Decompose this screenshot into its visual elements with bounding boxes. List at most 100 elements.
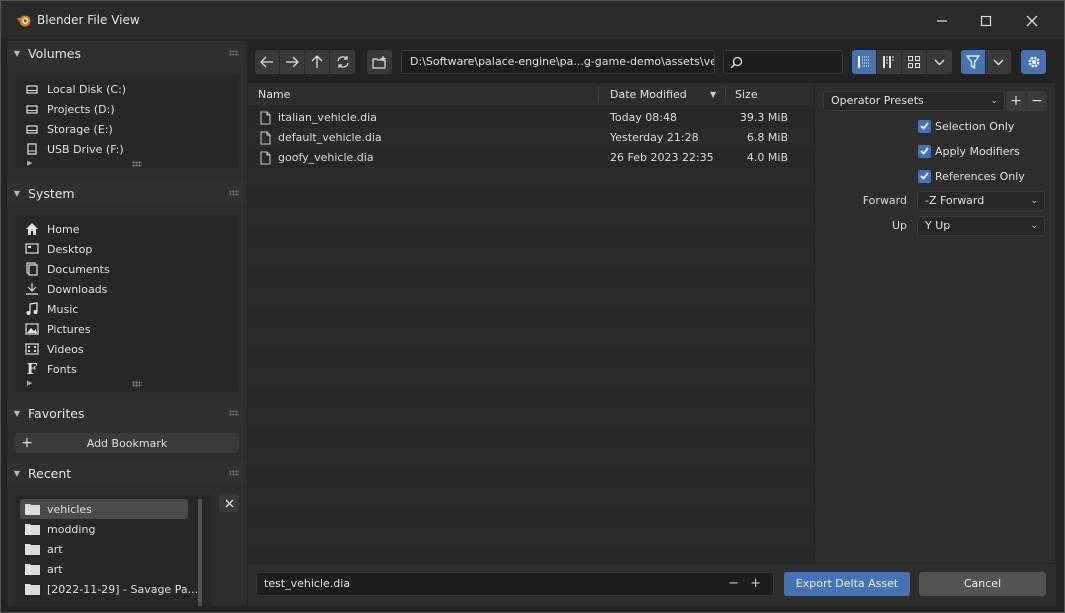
forward-axis-dropdown[interactable]: -Z Forward ⌄ <box>917 191 1045 211</box>
filter-toggle-button[interactable] <box>961 50 986 74</box>
sidebar-item-downloads[interactable]: Downloads <box>24 279 232 299</box>
recent-item-modding[interactable]: modding <box>20 519 228 539</box>
favorites-panel-header[interactable]: ▼ Favorites <box>7 401 247 425</box>
up-value: Y Up <box>925 219 951 232</box>
file-date: Today 08:48 <box>610 111 678 124</box>
empty-row <box>248 388 814 408</box>
chevron-down-icon <box>993 59 1004 65</box>
volume-item-c[interactable]: Local Disk (C:) <box>24 79 232 99</box>
bottom-bar: test_vehicle.dia − + Export Delta Asset … <box>248 564 1056 606</box>
arrow-right-icon <box>286 56 299 68</box>
desktop-icon <box>24 241 40 257</box>
decrement-filename-button[interactable]: − <box>728 573 739 595</box>
horizontal-list-icon <box>883 56 894 68</box>
operator-presets-dropdown[interactable]: Operator Presets ⌄ <box>823 91 1005 111</box>
references-only-checkbox[interactable]: References Only <box>918 167 1025 185</box>
up-axis-dropdown[interactable]: Y Up ⌄ <box>917 216 1045 236</box>
column-separator[interactable] <box>725 87 726 103</box>
maximize-button[interactable] <box>975 10 997 32</box>
recent-item-vehicles[interactable]: vehicles <box>20 499 188 519</box>
recent-scrollbar[interactable] <box>198 499 202 606</box>
folder-icon <box>24 561 40 577</box>
usb-drive-icon <box>24 141 40 157</box>
cancel-button[interactable]: Cancel <box>919 572 1046 596</box>
drag-grip-icon[interactable] <box>229 190 239 196</box>
refresh-icon <box>336 56 349 68</box>
resize-handle-icon[interactable] <box>132 161 142 167</box>
parent-directory-button[interactable] <box>305 50 330 74</box>
sidebar-item-documents[interactable]: Documents <box>24 259 232 279</box>
file-name: default_vehicle.dia <box>278 131 382 144</box>
add-bookmark-button[interactable]: + Add Bookmark <box>15 433 239 453</box>
volumes-panel-header[interactable]: ▼ Volumes <box>7 41 247 65</box>
recent-item-art-2[interactable]: art <box>20 559 228 579</box>
volume-item-d[interactable]: Projects (D:) <box>24 99 232 119</box>
empty-row <box>248 188 814 208</box>
empty-row <box>248 288 814 308</box>
vertical-list-button[interactable] <box>852 50 877 74</box>
recent-panel-header[interactable]: ▼ Recent <box>7 461 247 485</box>
filter-settings-dropdown[interactable] <box>986 50 1011 74</box>
search-input[interactable] <box>723 50 843 74</box>
disk-icon <box>24 81 40 97</box>
directory-path-field[interactable]: D:\Software\palace-engine\pa...g-game-de… <box>401 50 715 74</box>
increment-filename-button[interactable]: + <box>750 573 761 595</box>
column-name[interactable]: Name <box>258 83 290 107</box>
back-button[interactable] <box>255 50 280 74</box>
table-row[interactable]: default_vehicle.dia Yesterday 21:28 6.8 … <box>248 128 814 148</box>
column-date-modified[interactable]: Date Modified <box>610 83 687 107</box>
clear-recent-button[interactable] <box>219 494 239 512</box>
table-row[interactable]: goofy_vehicle.dia 26 Feb 2023 22:35 4.0 … <box>248 148 814 168</box>
recent-item-savage[interactable]: [2022-11-29] - Savage Pa... <box>20 579 200 599</box>
chevron-down-icon: ⌄ <box>990 96 998 106</box>
table-row[interactable]: italian_vehicle.dia Today 08:48 39.3 MiB <box>248 108 814 128</box>
sort-descending-icon[interactable]: ▼ <box>710 83 716 107</box>
volume-item-f[interactable]: USB Drive (F:) <box>24 139 232 159</box>
horizontal-list-button[interactable] <box>877 50 902 74</box>
close-icon <box>1026 15 1038 27</box>
volume-item-e[interactable]: Storage (E:) <box>24 119 232 139</box>
minimize-button[interactable] <box>931 10 953 32</box>
recent-item-label: modding <box>47 522 96 536</box>
drag-grip-icon[interactable] <box>229 50 239 56</box>
thumbnail-grid-icon <box>908 56 920 68</box>
sidebar-item-home[interactable]: Home <box>24 219 232 239</box>
music-icon <box>24 301 40 317</box>
sidebar-item-music[interactable]: Music <box>24 299 232 319</box>
drag-grip-icon[interactable] <box>229 410 239 416</box>
home-icon <box>24 221 40 237</box>
empty-row <box>248 208 814 228</box>
column-size[interactable]: Size <box>735 83 758 107</box>
thumbnails-button[interactable] <box>902 50 927 74</box>
empty-row <box>248 508 814 528</box>
sidebar-item-label: Music <box>47 302 79 316</box>
refresh-button[interactable] <box>330 50 355 74</box>
settings-toggle-button[interactable] <box>1021 50 1046 74</box>
add-preset-button[interactable]: + <box>1006 91 1026 111</box>
close-window-button[interactable] <box>1021 10 1043 32</box>
drag-grip-icon[interactable] <box>229 470 239 476</box>
sidebar-item-videos[interactable]: Videos <box>24 339 232 359</box>
title-bar: Blender File View <box>1 1 1064 39</box>
apply-modifiers-checkbox[interactable]: Apply Modifiers <box>918 142 1020 160</box>
system-panel-header[interactable]: ▼ System <box>7 181 247 205</box>
sidebar-item-label: Downloads <box>47 282 108 296</box>
display-settings-dropdown[interactable] <box>927 50 952 74</box>
new-folder-button[interactable] <box>367 50 392 74</box>
expand-triangle-icon[interactable]: ▶ <box>27 159 32 167</box>
remove-preset-button[interactable]: − <box>1027 91 1047 111</box>
forward-button[interactable] <box>280 50 305 74</box>
sidebar-item-desktop[interactable]: Desktop <box>24 239 232 259</box>
selection-only-checkbox[interactable]: Selection Only <box>918 117 1014 135</box>
sidebar-item-pictures[interactable]: Pictures <box>24 319 232 339</box>
empty-row <box>248 168 814 188</box>
export-button[interactable]: Export Delta Asset <box>784 572 910 596</box>
recent-item-label: [2022-11-29] - Savage Pa... <box>47 582 199 596</box>
resize-handle-icon[interactable] <box>132 381 142 387</box>
recent-item-art[interactable]: art <box>20 539 228 559</box>
system-title: System <box>28 185 75 201</box>
filename-input[interactable]: test_vehicle.dia − + <box>256 572 774 596</box>
column-separator[interactable] <box>598 87 599 103</box>
sidebar-item-fonts[interactable]: F Fonts <box>24 359 232 379</box>
expand-triangle-icon[interactable]: ▶ <box>27 379 32 387</box>
